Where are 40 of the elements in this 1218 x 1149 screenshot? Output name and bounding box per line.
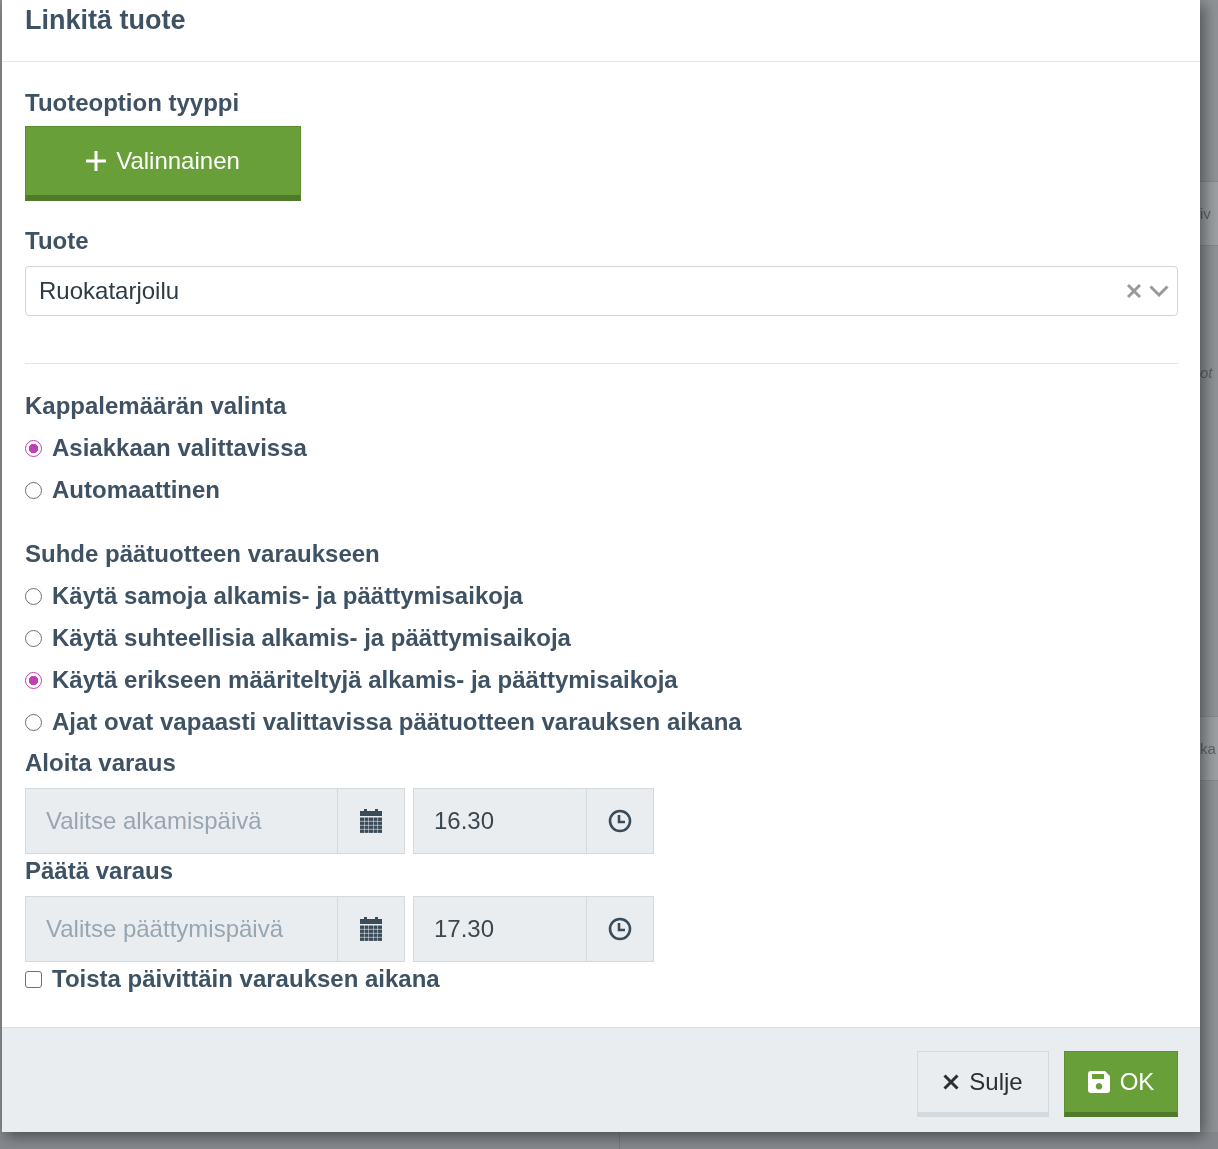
clock-icon bbox=[608, 917, 632, 941]
close-button[interactable]: Sulje bbox=[917, 1051, 1049, 1117]
radio-button[interactable] bbox=[25, 629, 42, 647]
radio-button[interactable] bbox=[25, 713, 42, 731]
radio-button[interactable] bbox=[25, 481, 42, 499]
field-label: Aloita varaus bbox=[25, 748, 176, 778]
time-field[interactable]: 16.30 bbox=[413, 788, 587, 854]
option-label[interactable]: Käytä suhteellisia alkamis- ja päättymisaikoja bbox=[52, 620, 571, 656]
background-text: ka bbox=[1200, 739, 1216, 758]
field-label: Suhde päätuotteen varaukseen bbox=[25, 539, 380, 569]
checkbox-label[interactable]: Toista päivittäin varauksen aikana bbox=[52, 961, 440, 997]
field-label: Päätä varaus bbox=[25, 856, 174, 886]
checkbox[interactable] bbox=[25, 970, 42, 988]
calendar-icon bbox=[360, 917, 382, 941]
radio-button[interactable] bbox=[25, 671, 42, 689]
date-field[interactable]: Valitse alkamispäivä bbox=[25, 788, 338, 854]
field-label: Tuoteoption tyyppi bbox=[25, 88, 240, 118]
product-select[interactable]: Ruokatarjoilu bbox=[25, 266, 1178, 316]
clock-button[interactable] bbox=[587, 896, 654, 962]
clock-icon bbox=[608, 809, 632, 833]
radio-button[interactable] bbox=[25, 587, 42, 605]
field-label: Tuote bbox=[25, 226, 89, 256]
option-label[interactable]: Käytä samoja alkamis- ja päättymisaikoja bbox=[52, 578, 523, 614]
option-label[interactable]: Automaattinen bbox=[52, 472, 220, 508]
radio-button[interactable] bbox=[25, 439, 42, 457]
calendar-icon bbox=[360, 809, 382, 833]
option-label[interactable]: Käytä erikseen määriteltyjä alkamis- ja päättymisaikoja bbox=[52, 662, 678, 698]
chevron-down-icon bbox=[1149, 285, 1169, 297]
field-label: Kappalemäärän valinta bbox=[25, 391, 287, 421]
calendar-button[interactable] bbox=[338, 788, 405, 854]
date-field[interactable]: Valitse päättymispäivä bbox=[25, 896, 338, 962]
clock-button[interactable] bbox=[587, 788, 654, 854]
close-icon bbox=[943, 1074, 960, 1090]
option-label[interactable]: Ajat ovat vapaasti valittavissa päätuotteen varauksen aikana bbox=[52, 704, 742, 740]
option-label[interactable]: Asiakkaan valittavissa bbox=[52, 430, 307, 466]
clear-icon bbox=[1127, 284, 1141, 298]
calendar-button[interactable] bbox=[338, 896, 405, 962]
time-field[interactable]: 17.30 bbox=[413, 896, 587, 962]
dialog-title: Linkitä tuote bbox=[25, 4, 186, 37]
plus-icon bbox=[86, 151, 107, 171]
